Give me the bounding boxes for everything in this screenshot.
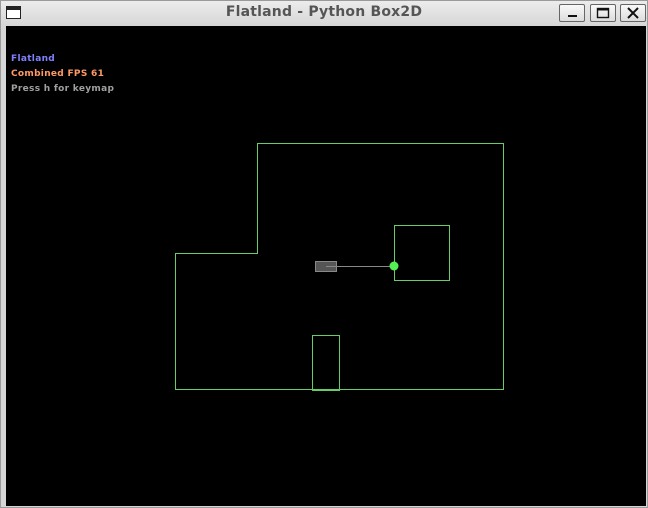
close-button[interactable] <box>620 4 646 22</box>
maximize-button[interactable] <box>590 4 616 22</box>
physics-scene[interactable] <box>6 26 646 506</box>
box-bottom <box>312 335 340 391</box>
joint-anchor[interactable] <box>389 261 399 271</box>
maximize-icon <box>596 7 610 19</box>
minimize-icon <box>568 15 577 17</box>
window-title: Flatland - Python Box2D <box>225 4 423 20</box>
simulation-viewport[interactable]: Flatland Combined FPS 61 Press h for key… <box>6 26 646 506</box>
close-icon <box>627 7 639 19</box>
minimize-button[interactable] <box>559 4 585 22</box>
box-right <box>394 225 450 281</box>
app-window: Flatland - Python Box2D Flatland Combine… <box>0 0 648 508</box>
title-bar[interactable]: Flatland - Python Box2D <box>1 1 647 25</box>
